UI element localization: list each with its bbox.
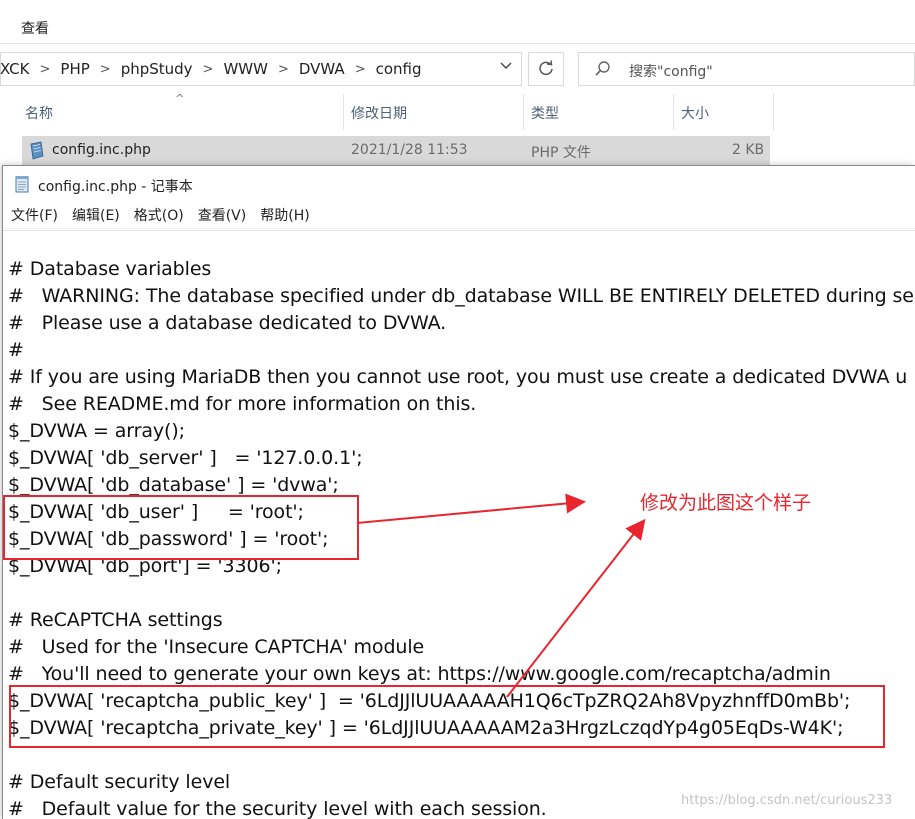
chevron-down-icon[interactable] <box>499 58 513 76</box>
watermark: https://blog.csdn.net/curious233 <box>681 793 893 808</box>
column-header-name[interactable]: 名称 <box>25 103 53 123</box>
column-divider[interactable] <box>343 94 344 130</box>
file-list-header: ^ 名称 修改日期 类型 大小 <box>0 92 915 130</box>
code-line: # <box>8 339 24 361</box>
search-icon <box>595 61 610 76</box>
column-divider[interactable] <box>523 94 524 130</box>
file-name: config.inc.php <box>52 142 151 158</box>
menu-file[interactable]: 文件(F) <box>11 205 58 225</box>
column-divider[interactable] <box>773 94 774 130</box>
breadcrumb-item-php[interactable]: PHP <box>57 60 92 78</box>
file-row[interactable]: config.inc.php 2021/1/28 11:53 PHP 文件 2 … <box>22 136 770 166</box>
highlight-box-recaptcha-keys <box>9 685 885 748</box>
chevron-right-icon: > <box>277 61 289 77</box>
chevron-right-icon: > <box>202 61 214 77</box>
breadcrumb-item-config[interactable]: config <box>373 60 425 78</box>
breadcrumb-item-xck[interactable]: XCK <box>0 60 33 78</box>
code-line: $_DVWA = array(); <box>8 420 185 442</box>
breadcrumb-item-dvwa[interactable]: DVWA <box>296 60 348 78</box>
code-line: # You'll need to generate your own keys … <box>8 663 831 685</box>
notepad-title: config.inc.php - 记事本 <box>38 179 193 195</box>
notepad-icon <box>15 176 29 193</box>
menu-edit[interactable]: 编辑(E) <box>72 205 120 225</box>
code-line: # Used for the 'Insecure CAPTCHA' module <box>8 636 425 658</box>
address-bar[interactable]: XCK > PHP > phpStudy > WWW > DVWA > conf… <box>0 52 522 86</box>
file-size: 2 KB <box>732 142 765 158</box>
file-modified: 2021/1/28 11:53 <box>351 142 468 158</box>
code-line: # WARNING: The database specified under … <box>8 285 914 307</box>
menu-help[interactable]: 帮助(H) <box>260 205 309 225</box>
column-divider[interactable] <box>673 94 674 130</box>
code-line: # Default value for the security level w… <box>8 798 547 819</box>
sort-up-icon: ^ <box>175 92 185 105</box>
search-input[interactable]: 搜索"config" <box>578 52 915 86</box>
highlight-box-db-credentials <box>3 495 359 560</box>
annotation-text: 修改为此图这个样子 <box>640 492 812 514</box>
address-row: XCK > PHP > phpStudy > WWW > DVWA > conf… <box>0 44 915 94</box>
chevron-right-icon: > <box>39 61 51 77</box>
code-line: # See README.md for more information on … <box>8 393 477 415</box>
refresh-button[interactable] <box>528 52 564 86</box>
code-line: $_DVWA[ 'db_server' ] = '127.0.0.1'; <box>8 447 363 469</box>
refresh-icon <box>539 60 553 76</box>
column-header-type[interactable]: 类型 <box>531 103 559 123</box>
explorer-ribbon: 查看 <box>0 0 915 44</box>
menu-view[interactable]: 查看(V) <box>198 205 247 225</box>
column-header-modified[interactable]: 修改日期 <box>351 103 407 123</box>
php-file-icon <box>30 141 44 160</box>
code-line: # Please use a database dedicated to DVW… <box>8 312 447 334</box>
code-line: # Default security level <box>8 771 231 793</box>
code-line: # Database variables <box>8 258 212 280</box>
code-line: $_DVWA[ 'db_database' ] = 'dvwa'; <box>8 474 339 496</box>
file-type: PHP 文件 <box>531 145 591 161</box>
ribbon-tab-view[interactable]: 查看 <box>21 18 49 38</box>
code-line: # ReCAPTCHA settings <box>8 609 223 631</box>
notepad-menubar: 文件(F) 编辑(E) 格式(O) 查看(V) 帮助(H) <box>3 202 915 229</box>
breadcrumb-item-phpstudy[interactable]: phpStudy <box>118 60 196 78</box>
chevron-right-icon: > <box>99 61 111 77</box>
notepad-titlebar[interactable]: config.inc.php - 记事本 <box>3 166 915 202</box>
menu-format[interactable]: 格式(O) <box>134 205 184 225</box>
chevron-right-icon: > <box>354 61 366 77</box>
column-header-size[interactable]: 大小 <box>681 103 709 123</box>
breadcrumb-item-www[interactable]: WWW <box>220 60 271 78</box>
breadcrumb: XCK > PHP > phpStudy > WWW > DVWA > conf… <box>0 53 425 85</box>
code-line: # If you are using MariaDB then you cann… <box>8 366 908 388</box>
search-placeholder: 搜索"config" <box>629 64 713 80</box>
